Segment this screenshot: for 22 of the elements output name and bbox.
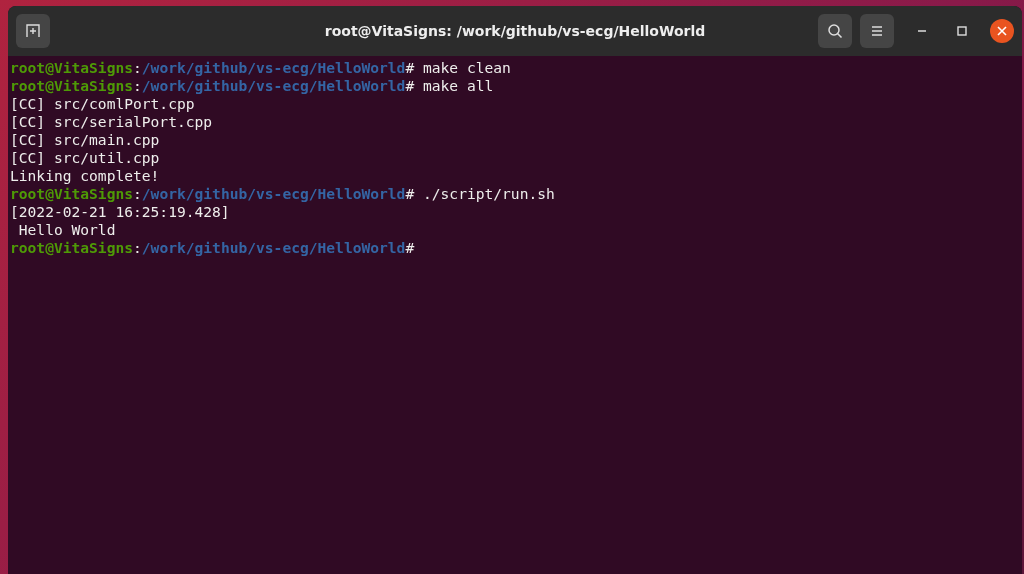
output-line: [CC] src/comlPort.cpp (10, 95, 196, 113)
minimize-icon (918, 30, 926, 32)
menu-icon (870, 25, 884, 37)
menu-button[interactable] (860, 14, 894, 48)
maximize-icon (957, 26, 967, 36)
prompt-line: root@VitaSigns:/work/github/vs-ecg/HelloWorld# ./script/run.sh (10, 185, 556, 203)
output-line: [CC] src/serialPort.cpp (10, 113, 214, 131)
prompt-line: root@VitaSigns:/work/github/vs-ecg/HelloWorld# make all (10, 77, 495, 95)
output-line: Linking complete! (10, 167, 161, 185)
close-icon (997, 26, 1007, 36)
output-line: [2022-02-21 16:25:19.428] (10, 203, 231, 221)
search-button[interactable] (818, 14, 852, 48)
close-button[interactable] (990, 19, 1014, 43)
window-title: root@VitaSigns: /work/github/vs-ecg/HelloWorld (324, 23, 706, 39)
output-line: Hello World (17, 221, 117, 239)
output-line: [CC] src/main.cpp (10, 131, 161, 149)
output-line: [CC] src/util.cpp (10, 149, 161, 167)
new-tab-icon (26, 24, 40, 38)
prompt-line: root@VitaSigns:/work/github/vs-ecg/HelloWorld# (10, 239, 416, 257)
prompt-line: root@VitaSigns:/work/github/vs-ecg/HelloWorld# make clean (10, 59, 512, 77)
search-icon (827, 23, 843, 39)
new-tab-button[interactable] (16, 14, 50, 48)
